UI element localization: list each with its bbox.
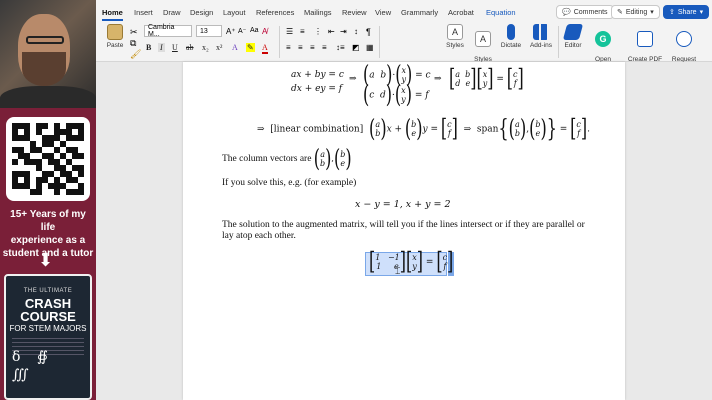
styles-button[interactable]: A Styles (442, 24, 468, 49)
matrix-form[interactable]: [a bd e][x y] = [c f] (449, 66, 524, 90)
tab-mailings[interactable]: Mailings (304, 8, 332, 17)
align-center-icon[interactable]: ≡ (298, 43, 303, 52)
comment-icon: 💬 (562, 9, 571, 16)
share-button[interactable]: ⇪ Share ▾ (663, 5, 710, 19)
bullets-icon[interactable]: ☰ (286, 27, 293, 36)
equation-system-line1[interactable]: ax + by = c (291, 70, 344, 80)
decrease-indent-icon[interactable]: ⇤ (328, 27, 335, 36)
decrease-font-icon[interactable]: A⁻ (238, 27, 246, 35)
paragraph-marks-icon[interactable]: ¶ (366, 27, 371, 37)
increase-indent-icon[interactable]: ⇥ (340, 27, 347, 36)
down-arrow-icon: ⬇ (38, 250, 54, 270)
format-painter-icon[interactable]: 🖌 (130, 49, 141, 60)
tab-grammarly[interactable]: Grammarly (401, 8, 438, 17)
shading-icon[interactable]: ◩ (352, 43, 360, 52)
tab-review[interactable]: Review (342, 8, 367, 17)
webcam-feed (0, 0, 96, 108)
share-icon: ⇪ (669, 9, 675, 16)
sort-icon[interactable]: ↕ (354, 27, 358, 36)
styles-pane-icon: A (475, 31, 491, 47)
font-size-select[interactable]: 13 (196, 25, 222, 37)
editing-mode-button[interactable]: ✎ Editing ▾ (611, 5, 660, 19)
increase-font-icon[interactable]: A⁺ (226, 27, 236, 36)
change-case-icon[interactable]: Aa (250, 27, 259, 34)
numbering-icon[interactable]: ≡ (300, 27, 305, 36)
ribbon-toolbar: Paste ✂ ⧉ 🖌 Cambria M... 13 A⁺ A⁻ Aa A̸ … (96, 22, 712, 77)
document-canvas: ax + by = c dx + ey = f ⇒ (a b)·(x y) = c… (96, 62, 712, 400)
tab-acrobat[interactable]: Acrobat (448, 8, 474, 17)
paragraph-solve[interactable]: If you solve this, e.g. (for example) (222, 178, 356, 189)
styles-icon: A (447, 24, 463, 40)
align-left-icon[interactable]: ≡ (286, 43, 291, 52)
chevron-down-icon: ▾ (650, 9, 654, 16)
superscript-icon[interactable]: x² (216, 43, 222, 52)
pdf-icon (637, 31, 653, 47)
clipboard-icon (107, 24, 123, 40)
example-equations[interactable]: x − y = 1, x + y = 2 (355, 199, 451, 210)
tab-references[interactable]: References (256, 8, 294, 17)
font-color-icon[interactable]: A (262, 43, 268, 54)
delta-symbol: δ (12, 349, 21, 365)
line-spacing-icon[interactable]: ↕≡ (336, 43, 345, 52)
clear-format-icon[interactable]: A̸ (262, 27, 267, 36)
copy-icon[interactable]: ⧉ (130, 38, 136, 49)
book-cover: THE ULTIMATE CRASH COURSE FOR STEM MAJOR… (4, 274, 92, 400)
video-overlay-column: 15+ Years of my life experience as a stu… (0, 0, 96, 400)
highlight-icon[interactable]: ✎ (246, 43, 255, 52)
borders-icon[interactable]: ▦ (366, 43, 374, 52)
tab-home[interactable]: Home (102, 8, 123, 21)
paragraph-augmented-matrix[interactable]: The solution to the augmented matrix, wi… (222, 220, 598, 242)
editor-button[interactable]: Editor (560, 24, 586, 49)
pencil-icon: ✎ (617, 9, 623, 16)
underline-icon[interactable]: U (172, 43, 178, 52)
addins-button[interactable]: Add-ins (526, 24, 556, 49)
strikethrough-icon[interactable]: ab (186, 43, 194, 52)
qr-code (6, 117, 90, 201)
ribbon-tabs: Home Insert Draw Design Layout Reference… (96, 0, 712, 22)
tab-insert[interactable]: Insert (134, 8, 153, 17)
paragraph-column-vectors[interactable]: The column vectors are (a b),(b e) (222, 146, 352, 170)
tab-view[interactable]: View (375, 8, 391, 17)
augmented-matrix-equation[interactable]: [1 −1 1 e][x y] = [c f] (369, 249, 453, 273)
align-right-icon[interactable]: ≡ (310, 43, 315, 52)
tab-layout[interactable]: Layout (223, 8, 246, 17)
equation-system-line2[interactable]: dx + ey = f (291, 84, 342, 94)
grammarly-icon: G (595, 31, 611, 47)
multilevel-list-icon[interactable]: ⋮ (314, 27, 322, 36)
dictate-button[interactable]: Dictate (498, 24, 524, 49)
text-cursor-icon: ⌶ (395, 266, 401, 276)
signature-icon (676, 31, 692, 47)
addins-icon (533, 24, 549, 40)
subscript-icon[interactable]: x₂ (202, 43, 209, 52)
tab-design[interactable]: Design (190, 8, 213, 17)
triple-integral-symbol: ∭ (12, 367, 29, 383)
text-effects-icon[interactable]: A (232, 43, 238, 52)
comments-button[interactable]: 💬 Comments (556, 5, 614, 19)
justify-icon[interactable]: ≡ (322, 43, 327, 52)
tab-draw[interactable]: Draw (163, 8, 181, 17)
tab-equation[interactable]: Equation (486, 8, 516, 17)
surface-integral-symbol: ∯ (36, 349, 48, 365)
bold-icon[interactable]: B (146, 43, 151, 52)
editor-pen-icon (562, 24, 584, 40)
font-name-select[interactable]: Cambria M... (144, 24, 192, 38)
microphone-icon (507, 24, 515, 40)
cut-icon[interactable]: ✂ (130, 27, 138, 38)
linear-combination-equation[interactable]: ⇒ [linear combination] (a b)x + (b e)y = [… (257, 116, 590, 140)
italic-icon[interactable]: I (158, 43, 165, 52)
paste-button[interactable]: Paste (104, 24, 126, 49)
document-page[interactable]: ax + by = c dx + ey = f ⇒ (a b)·(x y) = c… (183, 62, 625, 400)
chevron-down-icon: ▾ (699, 9, 704, 16)
